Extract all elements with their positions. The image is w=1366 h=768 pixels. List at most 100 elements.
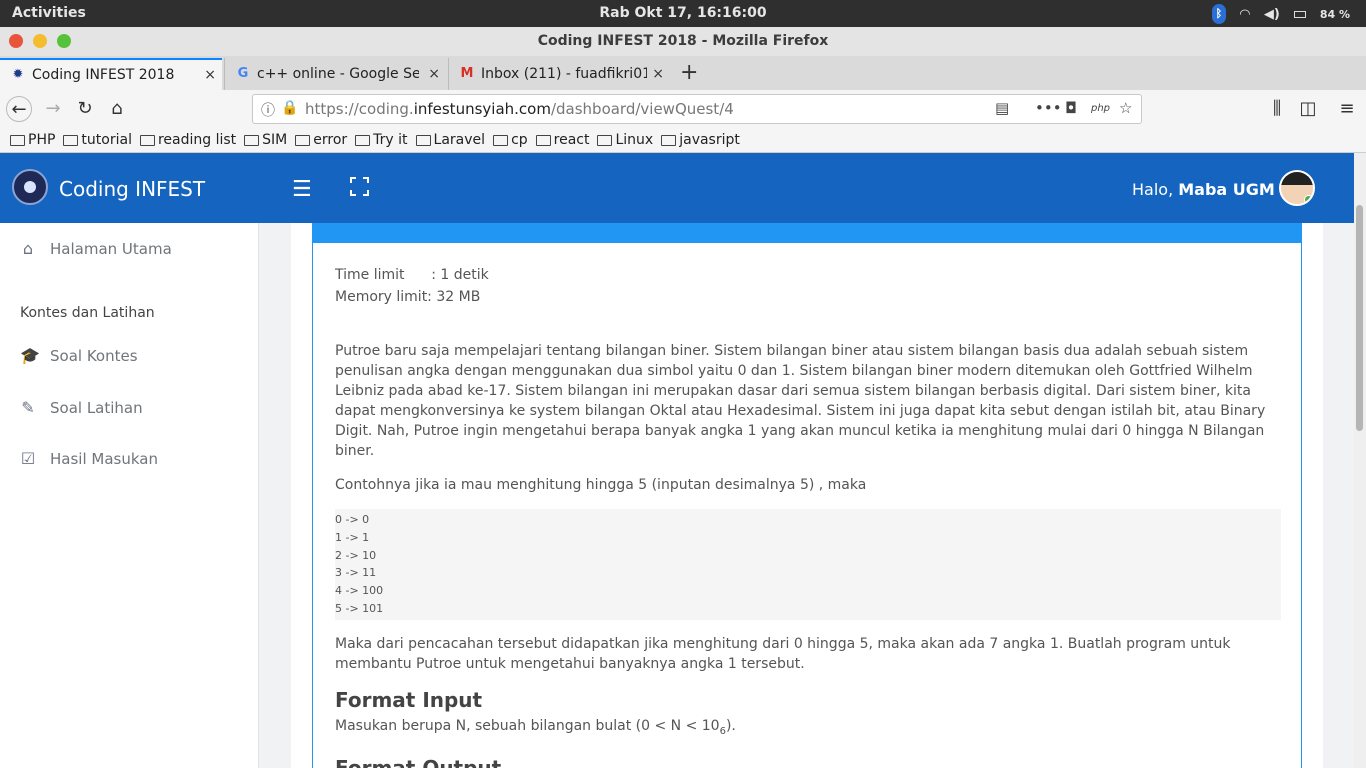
graduation-cap-icon: 🎓	[20, 346, 40, 365]
bookmark-folder[interactable]: tutorial	[63, 128, 132, 152]
tab-coding-infest[interactable]: ✹ Coding INFEST 2018 ×	[0, 58, 222, 90]
time-limit: Time limit : 1 detik	[335, 267, 489, 283]
window-title: Coding INFEST 2018 - Mozilla Firefox	[537, 33, 829, 49]
problem-description: Putroe baru saja mempelajari tentang bil…	[335, 343, 1266, 459]
bookmark-star-icon[interactable]: ☆	[1119, 99, 1132, 117]
sidebar-item-soal-kontes[interactable]: 🎓 Soal Kontes	[20, 346, 138, 365]
pocket-icon[interactable]: ◘	[1065, 99, 1077, 117]
code-line: 3 -> 11	[335, 566, 377, 580]
memory-limit: Memory limit: 32 MB	[335, 289, 481, 305]
bookmark-label: Linux	[615, 132, 654, 148]
folder-icon	[244, 134, 260, 146]
sidebar-item-hasil-masukan[interactable]: ☑ Hasil Masukan	[20, 449, 158, 468]
scrollbar-thumb[interactable]	[1356, 205, 1363, 431]
reload-button[interactable]: ↻	[72, 96, 98, 122]
library-icon[interactable]: ⫼	[1264, 96, 1290, 122]
bookmark-folder[interactable]: error	[295, 128, 347, 152]
php-extension-icon[interactable]: php	[1091, 103, 1110, 114]
bookmark-folder[interactable]: cp	[493, 128, 528, 152]
bookmark-folder[interactable]: Linux	[597, 128, 653, 152]
bookmark-label: error	[313, 132, 348, 148]
bookmark-label: tutorial	[81, 132, 132, 148]
app-logo[interactable]	[12, 169, 48, 205]
site-info-icon[interactable]: ⓘ	[261, 100, 275, 120]
bookmark-folder[interactable]: PHP	[10, 128, 55, 152]
format-input-main: Masukan berupa N, sebuah bilangan bulat …	[335, 717, 720, 734]
bookmark-folder[interactable]: javasript	[661, 128, 740, 152]
fullscreen-icon[interactable]	[350, 177, 369, 196]
sidebar: ⌂ Halaman Utama Kontes dan Latihan 🎓 Soa…	[0, 223, 259, 768]
url-prefix: https://coding.	[305, 100, 414, 118]
bookmark-label: PHP	[28, 132, 56, 148]
tab-label: c++ online - Google Search	[257, 66, 419, 82]
close-tab-icon[interactable]: ×	[428, 66, 440, 82]
bookmark-folder[interactable]: Try it	[355, 128, 408, 152]
code-line: 2 -> 10	[335, 548, 377, 562]
example-intro: Contohnya jika ia mau menghitung hingga …	[335, 477, 867, 493]
bookmark-label: javasript	[679, 132, 740, 148]
menu-icon[interactable]: ≡	[1334, 96, 1360, 122]
tab-google-search[interactable]: G c++ online - Google Search ×	[224, 58, 446, 90]
close-tab-icon[interactable]: ×	[652, 66, 664, 82]
folder-icon	[139, 134, 155, 146]
sidebar-item-label: Soal Kontes	[50, 346, 138, 365]
home-button[interactable]: ⌂	[104, 96, 130, 122]
bookmark-label: Laravel	[433, 132, 486, 148]
hamburger-menu-icon[interactable]: ☰	[292, 177, 312, 202]
window-titlebar: Coding INFEST 2018 - Mozilla Firefox	[0, 27, 1366, 56]
bookmark-folder[interactable]: react	[535, 128, 590, 152]
format-input-end: ).	[725, 717, 736, 734]
url-text[interactable]: https://coding.infestunsyiah.com/dashboa…	[305, 100, 734, 118]
url-bar[interactable]: ⓘ 🔒 https://coding.infestunsyiah.com/das…	[252, 94, 1142, 124]
sidebar-item-label: Soal Latihan	[50, 398, 143, 417]
user-name[interactable]: Maba UGM	[1178, 180, 1275, 199]
format-output-heading: Format Output	[335, 755, 502, 768]
page-scrollbar[interactable]	[1354, 153, 1366, 768]
folder-icon	[661, 134, 677, 146]
bookmark-folder[interactable]: reading list	[139, 128, 236, 152]
greeting-prefix: Halo,	[1132, 180, 1174, 199]
user-greeting: Halo, Maba UGM	[1132, 180, 1275, 199]
lock-icon[interactable]: 🔒	[281, 100, 298, 116]
code-line: 0 -> 0	[335, 513, 370, 526]
url-path: /dashboard/viewQuest/4	[550, 100, 734, 118]
avatar[interactable]	[1279, 170, 1315, 206]
problem-conclusion: Maka dari pencacahan tersebut didapatkan…	[335, 635, 1231, 672]
folder-icon	[355, 134, 371, 146]
back-button[interactable]: ←	[6, 96, 32, 122]
app-name[interactable]: Coding INFEST	[59, 177, 205, 201]
system-clock[interactable]: Rab Okt 17, 16:16:00	[0, 5, 1366, 21]
navigation-toolbar: ← → ↻ ⌂ ⓘ 🔒 https://coding.infestunsyiah…	[0, 90, 1366, 128]
folder-icon	[493, 134, 509, 146]
sidebar-toggle-icon[interactable]: ◫	[1295, 96, 1321, 122]
system-top-bar: Activities Rab Okt 17, 16:16:00 ᛒ ◠ ◀) 8…	[0, 0, 1366, 27]
wifi-icon[interactable]: ◠	[1240, 7, 1250, 22]
close-tab-icon[interactable]: ×	[204, 67, 216, 83]
page-actions-icon[interactable]: •••	[1035, 99, 1062, 117]
code-line: 4 -> 100	[335, 584, 384, 598]
reader-view-icon[interactable]: ▤	[995, 99, 1009, 117]
sidebar-item-home[interactable]: ⌂ Halaman Utama	[20, 239, 172, 258]
bookmark-folder[interactable]: SIM	[244, 128, 287, 152]
battery-icon[interactable]	[1293, 10, 1306, 18]
new-tab-button[interactable]: +	[680, 60, 698, 85]
bookmarks-toolbar: PHP tutorial reading list SIM error Try …	[0, 128, 1366, 153]
forward-button[interactable]: →	[40, 96, 66, 122]
bookmark-label: react	[553, 132, 590, 148]
code-line: 5 -> 101	[335, 601, 384, 615]
format-input-text: Masukan berupa N, sebuah bilangan bulat …	[335, 716, 1281, 742]
sidebar-item-soal-latihan[interactable]: ✎ Soal Latihan	[20, 398, 143, 417]
tab-gmail-inbox[interactable]: M Inbox (211) - fuadfikri010 ×	[448, 58, 670, 90]
system-tray[interactable]: ᛒ ◠ ◀) 84 %	[1211, 4, 1350, 24]
card-header-bar	[313, 223, 1301, 243]
example-code-block: 0 -> 0 1 -> 1 2 -> 10 3 -> 11 4 -> 100 5…	[335, 509, 1281, 620]
bluetooth-icon[interactable]: ᛒ	[1211, 4, 1226, 24]
format-input-heading: Format Input	[335, 687, 483, 712]
checkbox-icon: ☑	[20, 449, 36, 468]
sidebar-item-label: Hasil Masukan	[50, 449, 158, 468]
google-favicon-icon: G	[237, 66, 249, 81]
volume-icon[interactable]: ◀)	[1264, 7, 1280, 22]
bookmark-folder[interactable]: Laravel	[415, 128, 486, 152]
problem-body: Time limit : 1 detik Memory limit: 32 MB…	[335, 265, 1281, 768]
infest-favicon-icon: ✹	[12, 67, 24, 82]
